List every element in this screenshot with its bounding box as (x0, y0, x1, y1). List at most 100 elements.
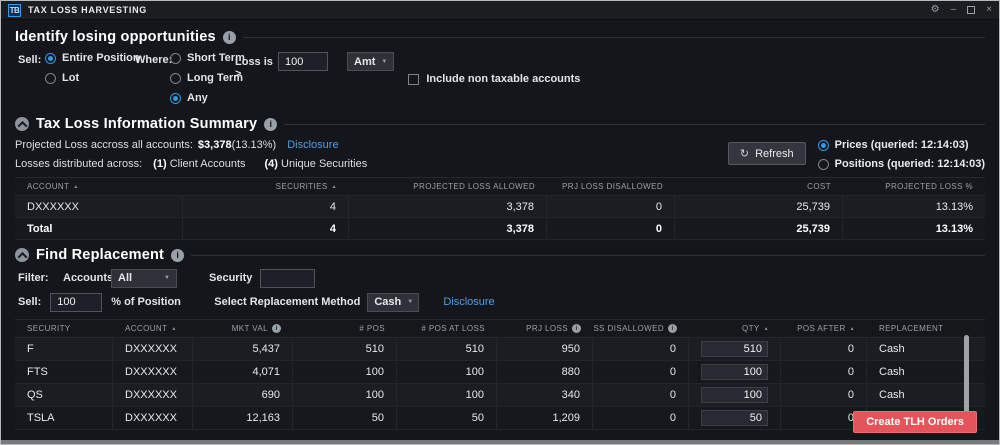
window-title: TAX LOSS HARVESTING (28, 5, 147, 15)
cell-pos: 100 (293, 361, 397, 383)
col-prj-loss-disallowed[interactable]: PRJ LOSS DISALLOWED (547, 178, 675, 195)
summary-text: Projected Loss accross all accounts: $3,… (15, 139, 367, 170)
col-prj-loss[interactable]: PRJ LOSSi (497, 320, 593, 337)
qty-input[interactable] (701, 364, 768, 380)
minimize-icon[interactable]: – (951, 5, 957, 15)
sell-label: Sell: (18, 52, 45, 104)
col-prj-loss-disallowed[interactable]: PRJ LOSS DISALLOWEDi (593, 320, 689, 337)
summary-table-header: ACCOUNT▲ SECURITIES▲ PROJECTED LOSS ALLO… (15, 177, 985, 196)
table-scrollbar[interactable] (964, 335, 969, 417)
include-non-taxable-checkbox[interactable]: Include non taxable accounts (408, 52, 580, 104)
cell-projected-loss-pct: 13.13% (843, 218, 985, 239)
radio-any[interactable]: Any (170, 92, 234, 104)
create-tlh-orders-button[interactable]: Create TLH Orders (853, 411, 977, 433)
col-qty[interactable]: QTY▲ (689, 320, 781, 337)
identify-info-icon[interactable]: i (223, 31, 236, 44)
cell-account: DXXXXXX (113, 361, 193, 383)
identify-section-header: Identify losing opportunities i (15, 29, 985, 45)
summary-table-row[interactable]: DXXXXXX 4 3,378 0 25,739 13.13% (15, 196, 985, 218)
radio-entire-position[interactable]: Entire Position (45, 52, 118, 64)
maximize-icon[interactable] (967, 6, 975, 14)
info-icon[interactable]: i (272, 324, 281, 333)
replacement-table-row[interactable]: TSLA DXXXXXX 12,163 50 50 1,209 0 0 Cash (15, 407, 985, 430)
cell-pos-after: 0 (781, 338, 867, 360)
security-filter-input[interactable] (260, 269, 315, 288)
radio-selected-icon (170, 93, 181, 104)
cell-projected-loss-allowed: 3,378 (349, 196, 547, 217)
col-projected-loss-pct[interactable]: PROJECTED LOSS % (843, 178, 985, 195)
sell-percent-input[interactable] (50, 293, 102, 312)
projected-loss-line: Projected Loss accross all accounts: $3,… (15, 139, 367, 151)
unique-securities-count: (4) (265, 158, 278, 170)
radio-lot[interactable]: Lot (45, 72, 118, 84)
cell-pos-at-loss: 100 (397, 384, 497, 406)
cell-projected-loss-pct: 13.13% (843, 196, 985, 217)
summary-body: Projected Loss accross all accounts: $3,… (15, 139, 985, 170)
qty-input[interactable] (701, 387, 768, 403)
collapse-section-icon[interactable] (15, 117, 29, 131)
projected-loss-value: $3,378 (198, 139, 232, 151)
col-securities[interactable]: SECURITIES▲ (183, 178, 349, 195)
cell-mkt-val: 690 (193, 384, 293, 406)
col-cost[interactable]: COST (675, 178, 843, 195)
col-projected-loss-allowed[interactable]: PROJECTED LOSS ALLOWED (349, 178, 547, 195)
cell-prj-loss-disallowed: 0 (593, 361, 689, 383)
radio-prices[interactable]: Prices (queried: 12:14:03) (818, 139, 985, 151)
radio-short-term[interactable]: Short Term (170, 52, 234, 64)
radio-long-term[interactable]: Long Term (170, 72, 234, 84)
summary-table: ACCOUNT▲ SECURITIES▲ PROJECTED LOSS ALLO… (15, 177, 985, 240)
info-icon[interactable]: i (572, 324, 581, 333)
cell-mkt-val: 12,163 (193, 407, 293, 429)
sort-asc-icon: ▲ (332, 184, 337, 190)
summary-info-icon[interactable]: i (264, 118, 277, 131)
close-icon[interactable]: × (986, 5, 992, 15)
col-mkt-val[interactable]: MKT VALi (193, 320, 293, 337)
loss-unit-select[interactable]: Amt ▼ (347, 52, 394, 71)
col-account[interactable]: ACCOUNT▲ (113, 320, 193, 337)
collapse-section-icon[interactable] (15, 248, 29, 262)
col-pos-after[interactable]: POS AFTER▲ (781, 320, 867, 337)
replacement-table-row[interactable]: F DXXXXXX 5,437 510 510 950 0 0 Cash (15, 338, 985, 361)
col-account[interactable]: ACCOUNT▲ (15, 178, 183, 195)
cell-prj-loss: 880 (497, 361, 593, 383)
cell-prj-loss: 340 (497, 384, 593, 406)
refresh-button[interactable]: ↻ Refresh (728, 142, 806, 165)
summary-disclosure-link[interactable]: Disclosure (287, 139, 338, 151)
qty-input[interactable] (701, 341, 768, 357)
identify-form: Sell: Entire Position Lot Where: Short T… (18, 52, 999, 104)
radio-positions[interactable]: Positions (queried: 12:14:03) (818, 158, 985, 170)
replacement-disclosure-link[interactable]: Disclosure (443, 296, 494, 308)
col-pos[interactable]: # POS (293, 320, 397, 337)
cell-security: QS (15, 384, 113, 406)
radio-label: Positions (queried: 12:14:03) (835, 158, 985, 170)
replacement-info-icon[interactable]: i (171, 249, 184, 262)
app-window: TB TAX LOSS HARVESTING ⚙ – × Identify lo… (0, 0, 1000, 445)
replacement-table-row[interactable]: FTS DXXXXXX 4,071 100 100 880 0 0 Cash (15, 361, 985, 384)
accounts-select[interactable]: All ▼ (111, 269, 177, 288)
replacement-section-title: Find Replacement (36, 247, 164, 263)
replacement-method-value: Cash (374, 296, 401, 308)
info-icon[interactable]: i (668, 324, 677, 333)
summary-section-title: Tax Loss Information Summary (36, 116, 257, 132)
loss-is-label: Loss is > (235, 52, 278, 104)
gear-icon[interactable]: ⚙ (931, 5, 940, 15)
cell-account: DXXXXXX (15, 196, 183, 217)
col-pos-at-loss[interactable]: # POS AT LOSS (397, 320, 497, 337)
summary-controls: ↻ Refresh Prices (queried: 12:14:03) Pos… (728, 139, 985, 170)
cell-pos-after: 0 (781, 384, 867, 406)
cell-account: DXXXXXX (113, 384, 193, 406)
radio-selected-icon (45, 53, 56, 64)
window-bottom-edge (1, 440, 999, 444)
replacement-table-row[interactable]: QS DXXXXXX 690 100 100 340 0 0 Cash (15, 384, 985, 407)
accounts-select-value: All (118, 272, 132, 284)
qty-input[interactable] (701, 410, 768, 426)
replacement-method-select[interactable]: Cash ▼ (367, 293, 419, 312)
loss-threshold-input[interactable] (278, 52, 328, 71)
replacement-method-label: Select Replacement Method (214, 296, 360, 308)
radio-selected-icon (818, 140, 829, 151)
refresh-icon: ↻ (740, 147, 749, 160)
radio-unselected-icon (45, 73, 56, 84)
col-security[interactable]: SECURITY (15, 320, 113, 337)
cell-security: FTS (15, 361, 113, 383)
window-controls: ⚙ – × (931, 5, 992, 15)
